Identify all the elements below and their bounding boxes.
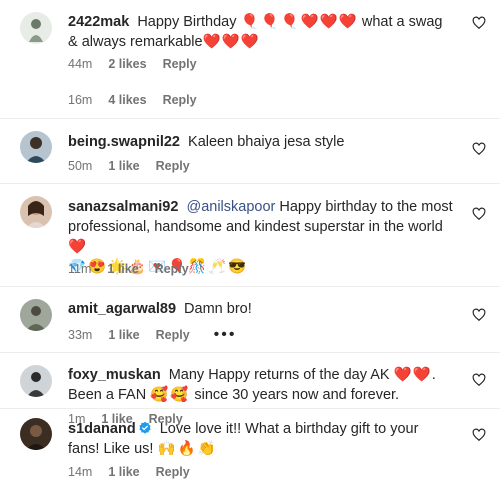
emoji-row: 🥰🥰 [150,387,191,403]
reply-button[interactable]: Reply [156,465,190,479]
reply-button[interactable]: Reply [156,328,190,342]
comment-text: Kaleen bhaiya jesa style [188,134,345,150]
avatar[interactable] [20,12,52,44]
likes-count[interactable]: 1 like [107,262,138,276]
likes-count[interactable]: 1 like [108,465,139,479]
comment-meta: 50m 1 like Reply [68,159,206,173]
comment-meta: 11m 1 like Reply [68,262,205,276]
reply-button[interactable]: Reply [156,159,190,173]
timestamp: 33m [68,328,93,342]
timestamp: 14m [68,465,93,479]
heart-emojis: ❤️ [68,239,88,255]
avatar[interactable] [20,365,52,397]
divider [0,118,500,119]
divider [0,408,500,409]
comment-body: foxy_muskan Many Happy returns of the da… [68,365,453,405]
balloon-emojis: 🎈🎈🎈 [240,14,301,30]
avatar[interactable] [20,131,52,163]
username[interactable]: sanazsalmani92 [68,199,178,215]
likes-count[interactable]: 1 like [108,159,139,173]
username[interactable]: 2422mak [68,14,129,30]
avatar[interactable] [20,299,52,331]
reply-button[interactable]: Reply [155,262,189,276]
likes-count[interactable]: 2 likes [108,57,146,71]
comment-meta: 33m 1 like Reply ••• [68,326,252,344]
comment-body: s1danand Love love it!! What a birthday … [68,419,453,459]
comment-meta: 16m 4 likes Reply [68,93,213,107]
timestamp: 16m [68,93,93,107]
like-heart-icon[interactable] [472,373,486,387]
mention-link[interactable]: @anilskapoor [186,199,275,215]
likes-count[interactable]: 1 like [108,328,139,342]
like-heart-icon[interactable] [472,207,486,221]
heart-emojis-2: ❤️❤️❤️ [202,34,260,50]
likes-count[interactable]: 4 likes [108,93,146,107]
divider [0,352,500,353]
comment-text: Many Happy returns of the day AK [168,367,390,383]
like-heart-icon[interactable] [472,428,486,442]
verified-badge-icon [138,421,152,435]
username[interactable]: being.swapnil22 [68,134,180,150]
divider [0,183,500,184]
like-heart-icon[interactable] [472,16,486,30]
username[interactable]: amit_agarwal89 [68,301,176,317]
avatar[interactable] [20,196,52,228]
comment-body: 2422mak Happy Birthday 🎈🎈🎈❤️❤️❤️ what a … [68,12,453,52]
comment-text: Damn bro! [184,301,252,317]
like-heart-icon[interactable] [472,142,486,156]
divider [0,286,500,287]
reply-button[interactable]: Reply [163,93,197,107]
reply-button[interactable]: Reply [163,57,197,71]
comment-text: Happy Birthday [137,14,237,30]
username[interactable]: foxy_muskan [68,367,161,383]
avatar[interactable] [20,418,52,450]
timestamp: 50m [68,159,93,173]
heart-emojis: ❤️❤️ [393,367,432,383]
heart-emojis: ❤️❤️❤️ [300,14,358,30]
timestamp: 11m [68,262,92,276]
comment-meta: 44m 2 likes Reply [68,57,213,71]
like-heart-icon[interactable] [472,308,486,322]
comment-meta: 14m 1 like Reply [68,465,206,479]
emoji-row: 🙌🔥👏 [157,441,218,457]
comment-body: being.swapnil22 Kaleen bhaiya jesa style [68,132,453,152]
username[interactable]: s1danand [68,421,136,437]
comment-body: amit_agarwal89 Damn bro! [68,299,453,319]
comment-text-3: since 30 years now and forever. [194,387,400,403]
timestamp: 44m [68,57,93,71]
more-options-icon[interactable]: ••• [214,326,237,344]
